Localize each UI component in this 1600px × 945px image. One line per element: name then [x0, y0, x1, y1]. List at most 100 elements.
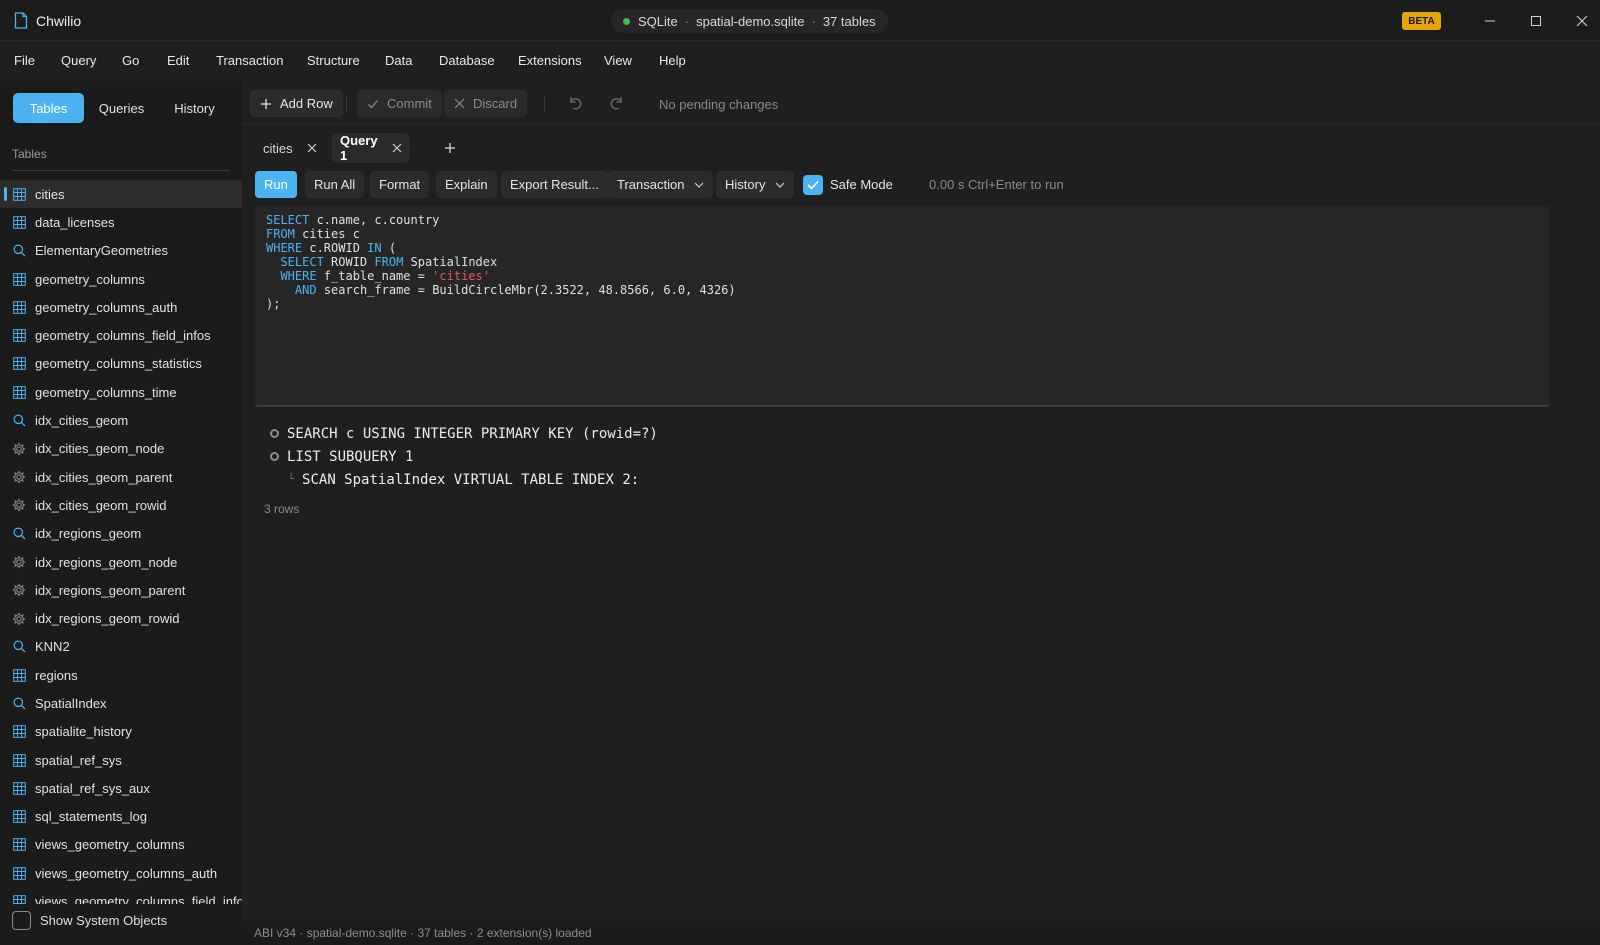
sidebar-item-elementarygeometries[interactable]: ElementaryGeometries — [0, 237, 242, 265]
menu-query[interactable]: Query — [61, 53, 96, 68]
app-name: Chwilio — [36, 13, 82, 29]
sidebar-item-label: SpatialIndex — [35, 695, 107, 711]
maximize-icon — [1531, 16, 1541, 26]
sidebar-item-views-geometry-columns[interactable]: views_geometry_columns — [0, 831, 242, 859]
export-result-button[interactable]: Export Result... — [501, 171, 608, 198]
sql-editor[interactable]: SELECT c.name, c.country FROM cities c W… — [255, 206, 1550, 407]
separator-dot: · — [406, 926, 418, 940]
menu-bar: File Query Go Edit Transaction Structure… — [0, 41, 1600, 81]
search-icon — [12, 640, 26, 654]
menu-extensions[interactable]: Extensions — [518, 53, 582, 68]
connection-indicator[interactable]: SQLite · spatial-demo.sqlite · 37 tables — [611, 9, 888, 33]
tab-query-1[interactable]: Query 1 — [332, 133, 410, 163]
sidebar-item-regions[interactable]: regions — [0, 661, 242, 689]
run-all-button[interactable]: Run All — [305, 171, 365, 198]
sidebar-tab-queries[interactable]: Queries — [86, 93, 157, 123]
sidebar-item-label: idx_regions_geom_parent — [35, 582, 186, 598]
title-bar: Chwilio SQLite · spatial-demo.sqlite · 3… — [0, 0, 1600, 41]
menu-data[interactable]: Data — [385, 53, 412, 68]
menu-help[interactable]: Help — [659, 53, 686, 68]
sidebar-item-label: idx_cities_geom_rowid — [35, 497, 167, 513]
menu-edit[interactable]: Edit — [167, 53, 189, 68]
tab-close-button[interactable] — [307, 143, 317, 153]
table-icon — [12, 781, 26, 795]
gear-icon — [12, 442, 26, 456]
sidebar-item-idx-cities-geom[interactable]: idx_cities_geom — [0, 406, 242, 434]
table-icon — [12, 668, 26, 682]
minimize-button[interactable] — [1476, 7, 1504, 35]
sidebar-item-sql-statements-log[interactable]: sql_statements_log — [0, 803, 242, 831]
sidebar-item-spatialite-history[interactable]: spatialite_history — [0, 718, 242, 746]
transaction-dropdown[interactable]: Transaction — [608, 171, 714, 198]
transaction-label: Transaction — [617, 177, 685, 192]
sidebar-item-idx-cities-geom-node[interactable]: idx_cities_geom_node — [0, 435, 242, 463]
close-window-button[interactable] — [1568, 7, 1596, 35]
sidebar-item-idx-regions-geom-rowid[interactable]: idx_regions_geom_rowid — [0, 604, 242, 632]
menu-structure[interactable]: Structure — [307, 53, 360, 68]
redo-button[interactable] — [606, 91, 628, 115]
sidebar-item-idx-cities-geom-parent[interactable]: idx_cities_geom_parent — [0, 463, 242, 491]
new-tab-button[interactable] — [440, 138, 460, 158]
sidebar-item-geometry-columns-statistics[interactable]: geometry_columns_statistics — [0, 350, 242, 378]
undo-button[interactable] — [564, 91, 586, 115]
sidebar-item-geometry-columns-auth[interactable]: geometry_columns_auth — [0, 293, 242, 321]
chevron-down-icon — [775, 182, 785, 188]
sidebar-item-data-licenses[interactable]: data_licenses — [0, 208, 242, 236]
sidebar-item-label: idx_regions_geom_node — [35, 554, 178, 570]
redo-icon — [610, 97, 622, 110]
sidebar-item-geometry-columns-time[interactable]: geometry_columns_time — [0, 378, 242, 406]
search-icon — [12, 527, 26, 541]
sidebar-item-label: spatialite_history — [35, 724, 132, 740]
sidebar-item-idx-regions-geom-parent[interactable]: idx_regions_geom_parent — [0, 576, 242, 604]
gear-icon — [12, 555, 26, 569]
separator-dot: · — [811, 13, 816, 29]
discard-button[interactable]: Discard — [444, 90, 528, 117]
code-line: WHERE c.ROWID IN ( — [266, 241, 397, 255]
table-list[interactable]: cities data_licenses ElementaryGeometries g… — [0, 180, 242, 904]
menu-file[interactable]: File — [14, 53, 35, 68]
sidebar-item-label: ElementaryGeometries — [35, 243, 168, 259]
tab-cities[interactable]: cities — [255, 133, 325, 163]
menu-view[interactable]: View — [604, 53, 632, 68]
sidebar-item-label: spatial_ref_sys_aux — [35, 780, 150, 796]
sidebar-item-spatial-ref-sys[interactable]: spatial_ref_sys — [0, 746, 242, 774]
sidebar-item-views-geometry-columns-auth[interactable]: views_geometry_columns_auth — [0, 859, 242, 887]
sidebar-item-cities[interactable]: cities — [0, 180, 242, 209]
sidebar-tab-tables[interactable]: Tables — [13, 93, 84, 123]
plan-node-icon — [270, 452, 279, 461]
sidebar-item-views-geometry-columns-field-info[interactable]: views_geometry_columns_field_info — [0, 887, 242, 904]
close-icon — [454, 98, 465, 109]
sidebar-item-idx-regions-geom[interactable]: idx_regions_geom — [0, 520, 242, 548]
run-shortcut-hint: Ctrl+Enter to run — [968, 177, 1064, 192]
plan-row-text: SCAN SpatialIndex VIRTUAL TABLE INDEX 2: — [302, 471, 640, 488]
sidebar-item-geometry-columns[interactable]: geometry_columns — [0, 265, 242, 293]
safe-mode-checkbox[interactable] — [803, 175, 823, 195]
run-button[interactable]: Run — [255, 171, 297, 198]
maximize-button[interactable] — [1522, 7, 1550, 35]
sidebar-item-geometry-columns-field-infos[interactable]: geometry_columns_field_infos — [0, 321, 242, 349]
show-system-objects-toggle[interactable]: Show System Objects — [12, 911, 167, 930]
menu-go[interactable]: Go — [122, 53, 139, 68]
plan-row: SEARCH c USING INTEGER PRIMARY KEY (rowi… — [270, 422, 658, 445]
history-dropdown[interactable]: History — [716, 171, 795, 198]
sidebar-tab-history[interactable]: History — [159, 93, 230, 123]
add-row-button[interactable]: Add Row — [250, 90, 343, 117]
plan-row-text: SEARCH c USING INTEGER PRIMARY KEY (rowi… — [287, 425, 658, 442]
explain-button[interactable]: Explain — [436, 171, 497, 198]
sidebar-item-spatialindex[interactable]: SpatialIndex — [0, 689, 242, 717]
sidebar-item-spatial-ref-sys-aux[interactable]: spatial_ref_sys_aux — [0, 774, 242, 802]
sidebar-item-idx-cities-geom-rowid[interactable]: idx_cities_geom_rowid — [0, 491, 242, 519]
format-button[interactable]: Format — [370, 171, 430, 198]
menu-transaction[interactable]: Transaction — [216, 53, 283, 68]
sidebar-item-knn2[interactable]: KNN2 — [0, 633, 242, 661]
sidebar-item-idx-regions-geom-node[interactable]: idx_regions_geom_node — [0, 548, 242, 576]
show-system-objects-checkbox[interactable] — [12, 911, 31, 930]
table-icon — [12, 838, 26, 852]
commit-button[interactable]: Commit — [357, 90, 442, 117]
history-label: History — [725, 177, 766, 192]
menu-database[interactable]: Database — [439, 53, 495, 68]
tab-close-button[interactable] — [392, 143, 402, 153]
table-icon — [12, 753, 26, 767]
search-icon — [12, 696, 26, 710]
query-plan: SEARCH c USING INTEGER PRIMARY KEY (rowi… — [270, 422, 658, 491]
